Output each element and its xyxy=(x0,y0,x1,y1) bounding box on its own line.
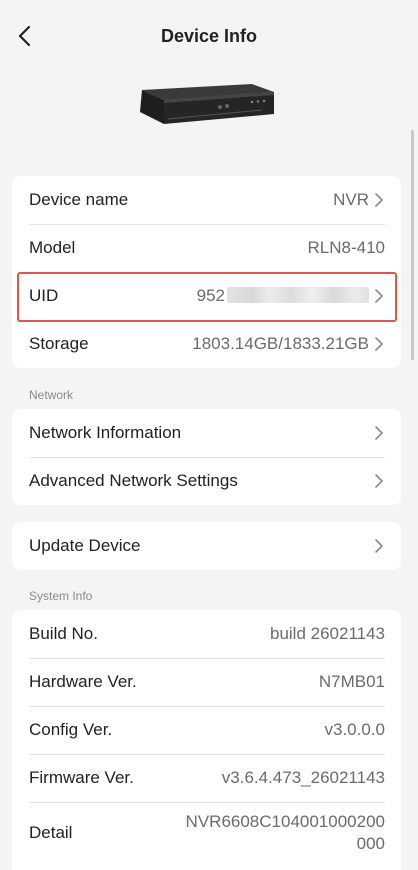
storage-value: 1803.14GB/1833.21GB xyxy=(192,334,369,353)
system-info-card: Build No. build 26021143 Hardware Ver. N… xyxy=(12,610,401,870)
build-no-value: build 26021143 xyxy=(269,624,385,643)
update-device-row[interactable]: Update Device xyxy=(12,522,401,570)
chevron-right-icon xyxy=(373,425,385,441)
update-card: Update Device xyxy=(12,522,401,570)
advanced-network-settings-row[interactable]: Advanced Network Settings xyxy=(12,457,401,505)
uid-label: UID xyxy=(29,286,59,305)
network-information-row[interactable]: Network Information xyxy=(12,409,401,457)
chevron-right-icon xyxy=(373,192,385,208)
uid-visible-prefix: 952 xyxy=(196,286,225,305)
model-value: RLN8-410 xyxy=(307,238,386,257)
nvr-device-image xyxy=(140,84,274,124)
update-device-label: Update Device xyxy=(29,536,141,555)
config-ver-label: Config Ver. xyxy=(29,720,113,739)
network-card: Network Information Advanced Network Set… xyxy=(12,409,401,505)
scrollbar[interactable] xyxy=(411,130,414,360)
chevron-right-icon xyxy=(373,336,385,352)
storage-row[interactable]: Storage 1803.14GB/1833.21GB xyxy=(12,320,401,368)
hardware-ver-label: Hardware Ver. xyxy=(29,672,137,691)
device-info-card: Device name NVR Model RLN8-410 UID 952 S… xyxy=(12,176,401,368)
detail-label: Detail xyxy=(29,823,73,842)
page-title: Device Info xyxy=(160,26,258,46)
config-ver-value: v3.0.0.0 xyxy=(324,720,386,739)
uid-value: 952 xyxy=(197,286,369,306)
chevron-right-icon xyxy=(373,288,385,304)
network-information-label: Network Information xyxy=(29,423,182,442)
build-no-row: Build No. build 26021143 xyxy=(12,610,401,658)
device-name-value: NVR xyxy=(333,190,369,209)
config-ver-row: Config Ver. v3.0.0.0 xyxy=(12,706,401,754)
uid-redacted-blur xyxy=(227,287,369,303)
device-name-label: Device name xyxy=(29,190,129,209)
model-label: Model xyxy=(29,238,76,257)
chevron-right-icon xyxy=(373,538,385,554)
uid-row[interactable]: UID 952 xyxy=(12,272,401,320)
hardware-ver-row: Hardware Ver. N7MB01 xyxy=(12,658,401,706)
hardware-ver-value: N7MB01 xyxy=(318,672,385,691)
header-bar: Device Info xyxy=(0,0,418,72)
firmware-ver-value: v3.6.4.473_26021143 xyxy=(221,768,385,787)
storage-label: Storage xyxy=(29,334,89,353)
chevron-right-icon xyxy=(373,473,385,489)
firmware-ver-row: Firmware Ver. v3.6.4.473_26021143 xyxy=(12,754,401,802)
model-row: Model RLN8-410 xyxy=(12,224,401,272)
detail-value-line1: NVR6608C104001000200 xyxy=(185,812,385,831)
firmware-ver-label: Firmware Ver. xyxy=(29,768,134,787)
system-info-section-label: System Info xyxy=(29,589,93,603)
build-no-label: Build No. xyxy=(29,624,98,643)
advanced-network-settings-label: Advanced Network Settings xyxy=(29,471,238,490)
network-section-label: Network xyxy=(29,388,74,402)
detail-value-line2: 000 xyxy=(356,834,385,853)
detail-row: Detail NVR6608C104001000200 000 xyxy=(12,802,401,864)
device-name-row[interactable]: Device name NVR xyxy=(12,176,401,224)
detail-value: NVR6608C104001000200 000 xyxy=(155,811,385,855)
